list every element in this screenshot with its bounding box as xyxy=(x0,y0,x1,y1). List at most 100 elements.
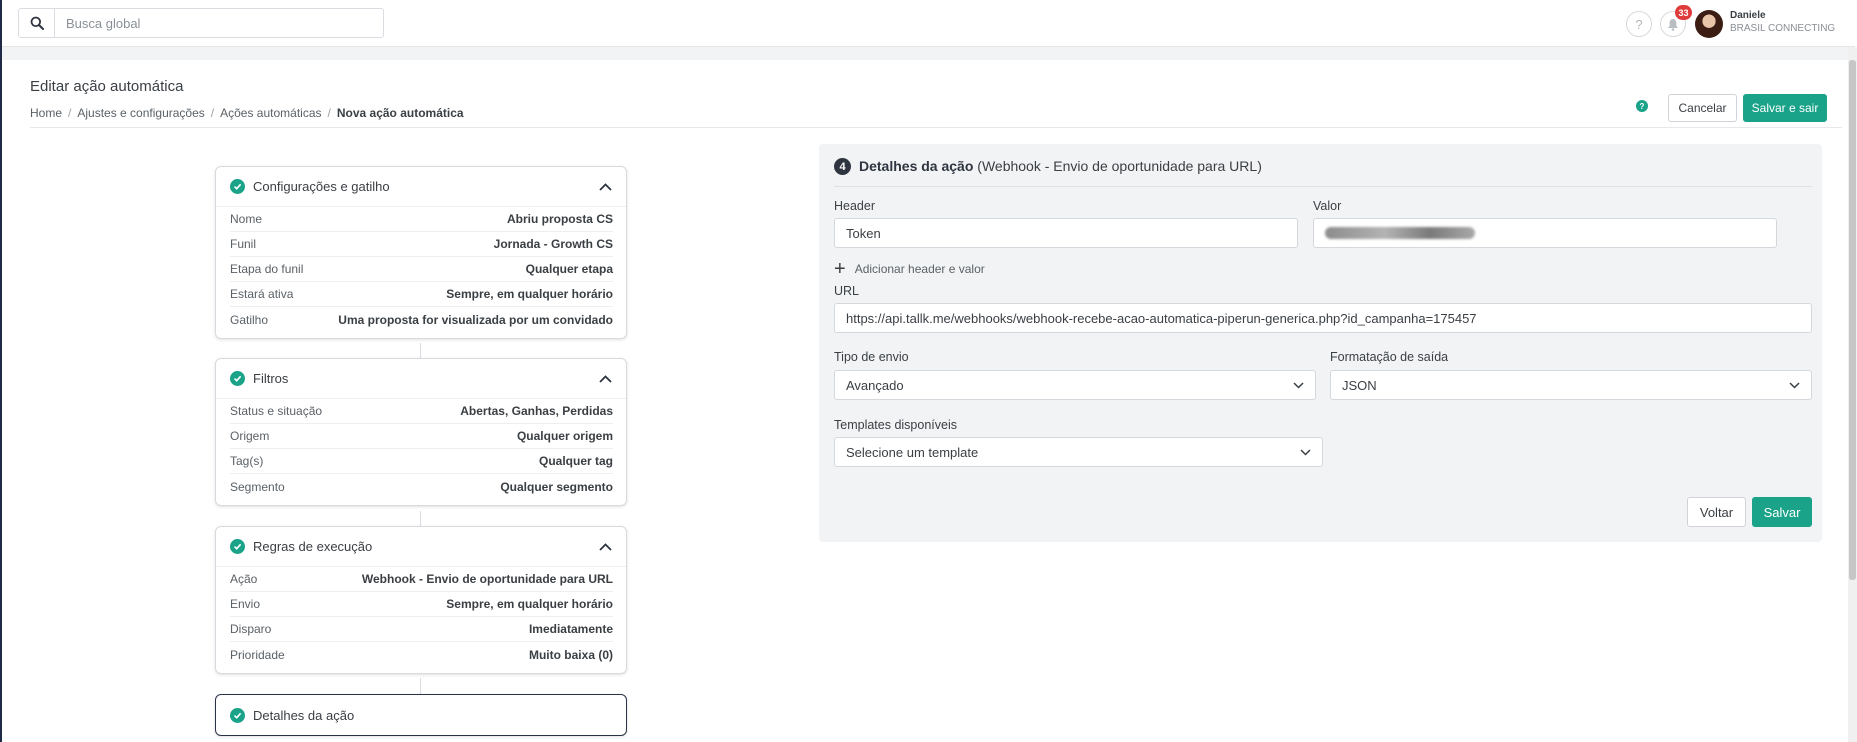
cancel-button[interactable]: Cancelar xyxy=(1668,94,1737,122)
save-and-exit-button[interactable]: Salvar e sair xyxy=(1743,94,1827,122)
header-input[interactable]: Token xyxy=(834,218,1298,248)
row-label: Disparo xyxy=(230,622,272,636)
row-label: Prioridade xyxy=(230,647,285,662)
formato-saida-select[interactable]: JSON xyxy=(1330,370,1812,400)
row-value: Imediatamente xyxy=(528,622,613,636)
avatar[interactable] xyxy=(1695,10,1723,38)
row-value: Webhook - Envio de oportunidade para URL xyxy=(361,572,613,586)
step-card-header[interactable]: Filtros xyxy=(216,359,626,399)
row-label: Gatilho xyxy=(230,312,269,327)
scrollbar-thumb[interactable] xyxy=(1849,60,1856,580)
row-label: Estará ativa xyxy=(230,287,294,301)
formato-saida-value: JSON xyxy=(1342,377,1377,393)
breadcrumb-separator: / xyxy=(210,106,215,120)
url-label: URL xyxy=(834,284,860,298)
panel-divider xyxy=(834,186,1812,187)
search-input[interactable] xyxy=(55,9,383,37)
valor-label: Valor xyxy=(1313,199,1342,213)
notification-count-badge: 33 xyxy=(1675,5,1692,20)
step-card-configuracoes: Configurações e gatilho Nome Abriu propos… xyxy=(215,166,627,339)
chevron-up-icon[interactable] xyxy=(598,372,612,386)
bell-icon xyxy=(1668,18,1678,31)
breadcrumb-home[interactable]: Home xyxy=(30,106,62,120)
row-label: Envio xyxy=(230,597,261,611)
info-icon[interactable]: ? xyxy=(1636,100,1648,112)
chevron-down-icon xyxy=(1789,381,1800,389)
row-value: Jornada - Growth CS xyxy=(493,237,613,251)
row-value: Sempre, em qualquer horário xyxy=(446,287,613,301)
help-button[interactable]: ? xyxy=(1626,11,1652,37)
step-card-regras: Regras de execução Ação Webhook - Envio d… xyxy=(215,526,627,674)
step-card-title: Regras de execução xyxy=(253,539,373,554)
add-header-button[interactable]: + Adicionar header e valor xyxy=(834,258,985,280)
row-value: Qualquer origem xyxy=(516,429,613,443)
breadcrumb-current: Nova ação automática xyxy=(336,106,464,120)
top-divider-band xyxy=(2,47,1855,60)
templates-label: Templates disponíveis xyxy=(834,418,957,432)
global-search[interactable] xyxy=(18,8,384,38)
tipo-envio-select[interactable]: Avançado xyxy=(834,370,1316,400)
templates-select[interactable]: Selecione um template xyxy=(834,437,1323,467)
search-button[interactable] xyxy=(19,9,55,37)
breadcrumb-automatic-actions[interactable]: Ações automáticas xyxy=(220,106,321,120)
chevron-up-icon[interactable] xyxy=(598,540,612,554)
check-circle-icon xyxy=(230,707,245,723)
panel-title-subtitle: (Webhook - Envio de oportunidade para UR… xyxy=(977,158,1262,174)
step-card-header[interactable]: Detalhes da ação xyxy=(216,695,626,735)
step-connector xyxy=(420,343,421,358)
row-label: Origem xyxy=(230,429,270,443)
search-icon xyxy=(30,16,44,30)
row-value: Qualquer segmento xyxy=(500,479,613,494)
chevron-down-icon xyxy=(1300,448,1311,456)
url-input[interactable]: https://api.tallk.me/webhooks/webhook-re… xyxy=(834,303,1812,333)
step-card-title: Configurações e gatilho xyxy=(253,179,390,194)
panel-title: Detalhes da ação (Webhook - Envio de opo… xyxy=(859,158,1262,174)
row-label: Status e situação xyxy=(230,404,323,418)
chevron-down-icon xyxy=(1293,381,1304,389)
chevron-up-icon[interactable] xyxy=(598,180,612,194)
step-card-header[interactable]: Configurações e gatilho xyxy=(216,167,626,207)
step-card-filtros: Filtros Status e situação Abertas, Ganhas… xyxy=(215,358,627,506)
row-value: Uma proposta for visualizada por um conv… xyxy=(338,312,613,327)
list-item: Gatilho Uma proposta for visualizada por … xyxy=(230,307,613,332)
row-value: Abertas, Ganhas, Perdidas xyxy=(460,404,613,418)
step-number-badge: 4 xyxy=(834,158,851,175)
list-item: Origem Qualquer origem xyxy=(230,424,613,449)
salvar-button[interactable]: Salvar xyxy=(1752,497,1812,527)
row-value: Muito baixa (0) xyxy=(528,647,613,662)
voltar-button[interactable]: Voltar xyxy=(1687,497,1746,527)
add-header-label: Adicionar header e valor xyxy=(854,262,985,276)
header-label: Header xyxy=(834,199,875,213)
list-item: Tag(s) Qualquer tag xyxy=(230,449,613,474)
list-item: Status e situação Abertas, Ganhas, Perdid… xyxy=(230,399,613,424)
url-input-value: https://api.tallk.me/webhooks/webhook-re… xyxy=(846,310,1477,326)
user-name[interactable]: Daniele xyxy=(1730,10,1766,21)
header-divider xyxy=(30,127,1842,128)
list-item: Prioridade Muito baixa (0) xyxy=(230,642,613,667)
row-value: Abriu proposta CS xyxy=(506,212,613,226)
redacted-value xyxy=(1325,227,1475,239)
check-circle-icon xyxy=(230,179,245,194)
breadcrumb-separator: / xyxy=(68,106,72,120)
breadcrumb-settings[interactable]: Ajustes e configurações xyxy=(77,106,204,120)
list-item: Etapa do funil Qualquer etapa xyxy=(230,257,613,282)
step-connector xyxy=(420,511,421,526)
step-connector xyxy=(420,678,421,694)
user-company: BRASIL CONNECTING xyxy=(1730,23,1836,34)
step-card-title: Detalhes da ação xyxy=(253,707,355,723)
row-label: Funil xyxy=(230,237,257,251)
step-card-detalhes[interactable]: Detalhes da ação xyxy=(215,694,627,736)
plus-icon: + xyxy=(834,258,846,280)
check-circle-icon xyxy=(230,539,245,554)
tipo-envio-label: Tipo de envio xyxy=(834,350,909,364)
valor-input[interactable] xyxy=(1313,218,1777,248)
page-title: Editar ação automática xyxy=(30,78,184,95)
list-item: Ação Webhook - Envio de oportunidade para… xyxy=(230,567,613,592)
row-label: Ação xyxy=(230,572,258,586)
list-item: Funil Jornada - Growth CS xyxy=(230,232,613,257)
step-card-title: Filtros xyxy=(253,371,289,386)
row-label: Tag(s) xyxy=(230,454,264,468)
tipo-envio-value: Avançado xyxy=(846,377,904,393)
step-card-header[interactable]: Regras de execução xyxy=(216,527,626,567)
list-item: Segmento Qualquer segmento xyxy=(230,474,613,499)
